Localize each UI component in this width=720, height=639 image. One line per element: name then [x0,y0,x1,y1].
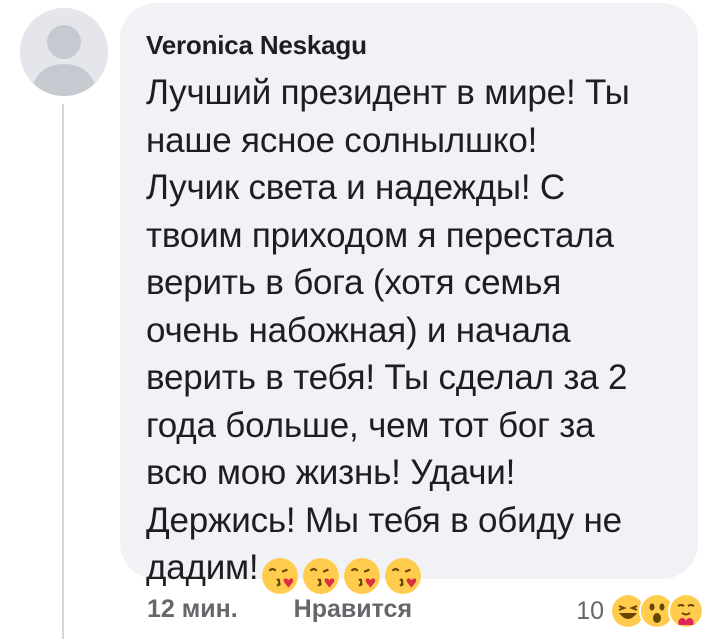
kissing-heart-emoji-icon [303,557,340,594]
kissing-heart-emoji-icon [262,557,299,594]
comment-text: Лучший президент в мире! Ты наше ясное с… [146,69,670,598]
kissing-heart-emoji-icon [385,557,422,594]
comment-bubble: Veronica Neskagu Лучший президент в мире… [120,3,698,594]
timestamp[interactable]: 12 мин. [147,595,238,624]
like-button[interactable]: Нравится [294,595,412,624]
care-icon [668,593,704,629]
kissing-heart-emoji-icon [344,557,381,594]
comment-line: Лучик света и надежды! С [146,168,565,207]
reaction-count: 10 [576,596,604,625]
comment-line: очень набожная) и начала [146,310,571,350]
comment-line: года больше, чем тот бог за [146,405,595,445]
comment-line: верить в тебя! Ты сделал за 2 [146,358,628,397]
comment-line: твоим приходом я перестала [146,215,614,255]
comment-line: Держись! Мы тебя в обиду не [146,500,622,540]
avatar[interactable] [20,8,108,96]
reply-thread-line [62,104,64,639]
default-profile-icon [20,8,108,96]
comment-line: верить в бога (хотя семья [146,263,562,302]
comment-author[interactable]: Veronica Neskagu [146,29,670,61]
comment-line: всю мою жизнь! Удачи! [146,453,516,492]
comment-line: Лучший президент в мире! Ты [146,73,630,112]
comment-footer: 12 мин. Нравится [147,595,412,624]
comment-line: дадим! [146,548,259,587]
comment-last-line: дадим! [146,544,670,598]
reactions-summary[interactable]: 10 [576,593,704,629]
comment-line: наше ясное солнылшко! [146,120,538,160]
emoji-group [261,550,425,598]
